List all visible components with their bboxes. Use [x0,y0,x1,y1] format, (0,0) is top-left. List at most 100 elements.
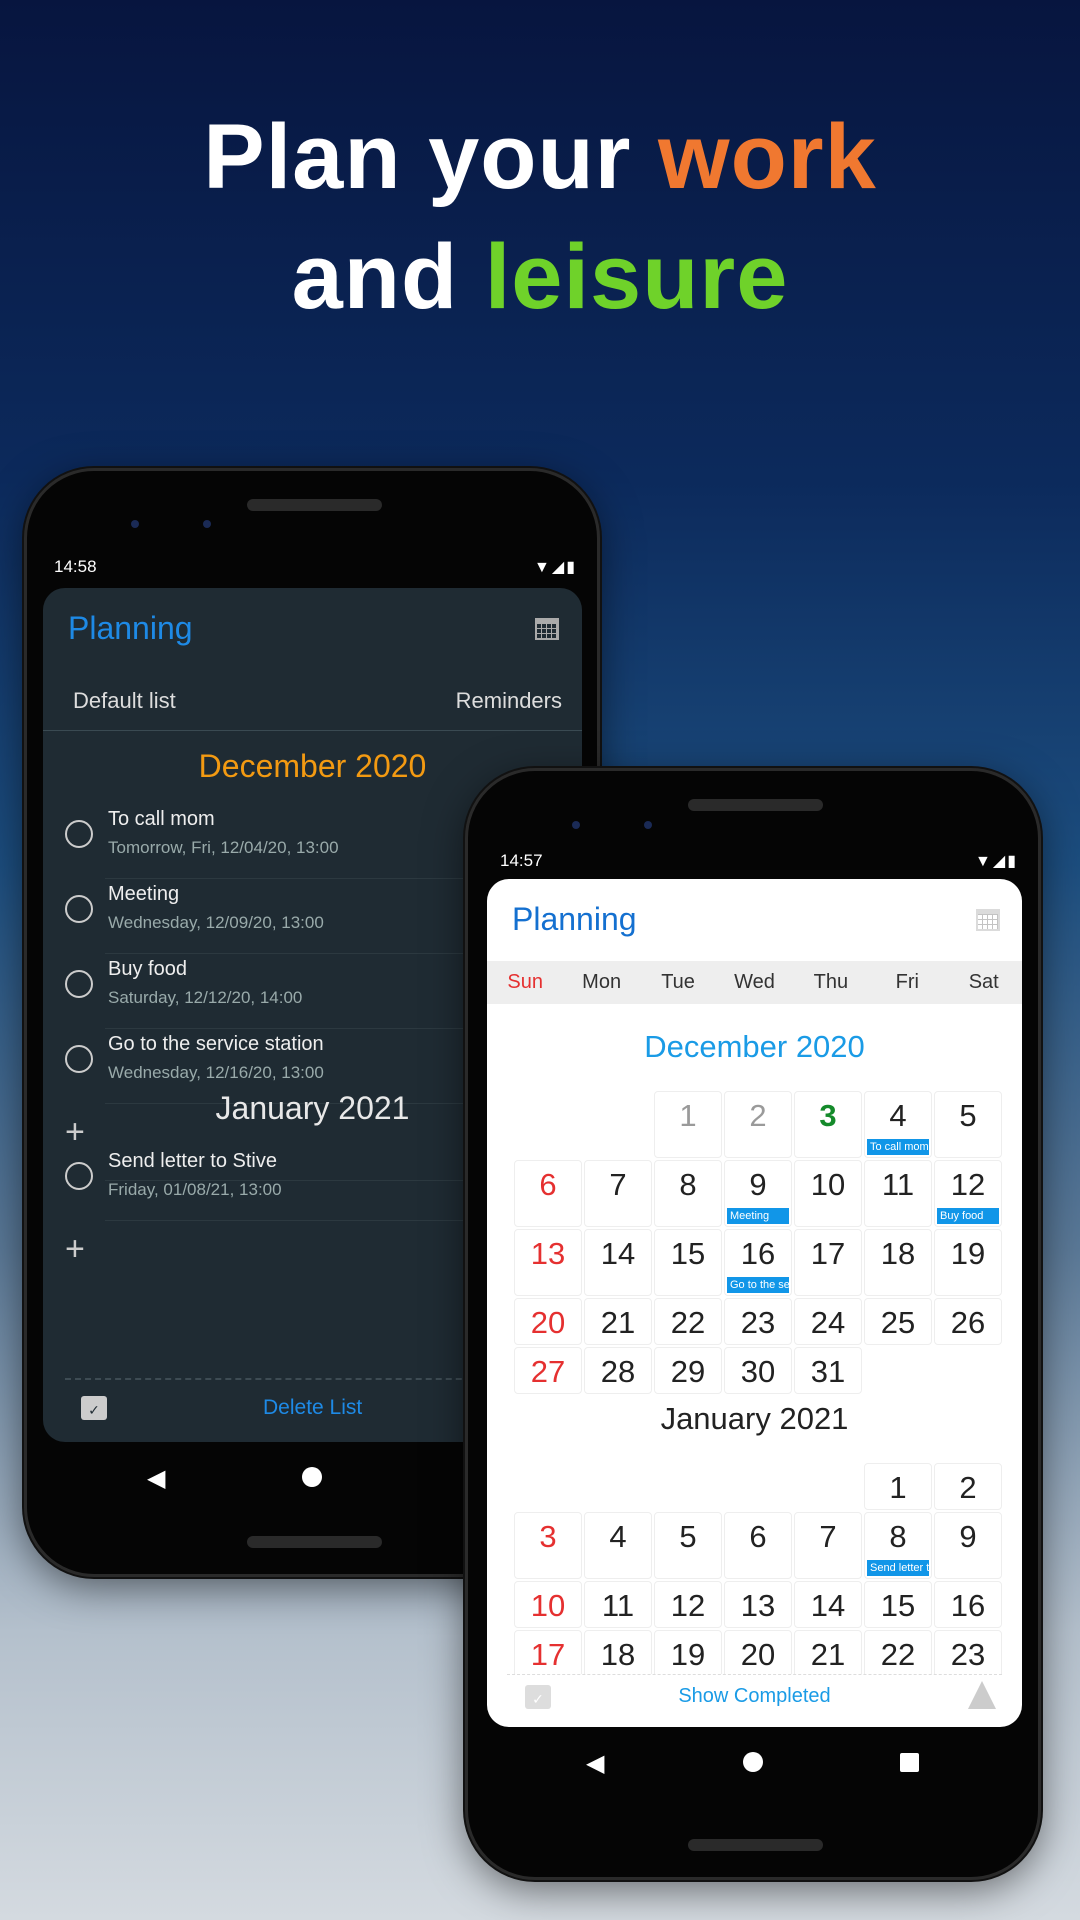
calendar-day[interactable]: 1 [654,1091,722,1158]
calendar-day[interactable]: 3 [794,1091,862,1158]
status-icons: ▼◢▮ [975,853,1018,870]
calendar-day[interactable]: 12 Buy food [934,1160,1002,1227]
speaker [247,1536,382,1548]
calendar-day[interactable]: 16 Go to the service station [724,1229,792,1296]
calendar-day[interactable]: 9 Meeting [724,1160,792,1227]
calendar-day[interactable]: 2 [724,1091,792,1158]
calendar-day[interactable]: 20 [514,1298,582,1345]
calendar-day[interactable]: 18 [584,1630,652,1674]
calendar-day[interactable]: 3 [514,1512,582,1579]
calendar-day[interactable]: 19 [934,1229,1002,1296]
calendar-day[interactable]: 21 [794,1630,862,1674]
day-number: 21 [600,1305,636,1340]
calendar-day[interactable]: 31 [794,1347,862,1394]
complete-checkbox[interactable] [65,895,93,923]
day-number: 17 [530,1637,566,1672]
event-chip[interactable]: To call mom [867,1139,929,1155]
camera [572,821,580,829]
day-number: 2 [959,1470,977,1505]
calendar-day[interactable]: 14 [584,1229,652,1296]
calendar-day[interactable]: 27 [514,1347,582,1394]
calendar-day[interactable]: 12 [654,1581,722,1628]
calendar-day[interactable]: 6 [514,1160,582,1227]
calendar-day[interactable]: 9 [934,1512,1002,1579]
show-completed-button[interactable]: Show Completed [487,1685,1022,1708]
task-title: Buy food [108,958,187,980]
event-chip[interactable]: Go to the service station [727,1277,789,1293]
calendar-day[interactable]: 13 [514,1229,582,1296]
calendar-icon[interactable] [535,618,559,640]
calendar-day[interactable]: 5 [654,1512,722,1579]
speaker [688,1839,823,1851]
calendar-day[interactable]: 16 [934,1581,1002,1628]
tab-default-list[interactable]: Default list [73,688,176,714]
calendar-day[interactable]: 23 [934,1630,1002,1674]
delete-list-button[interactable]: Delete List [263,1396,362,1420]
calendar-day[interactable]: 11 [584,1581,652,1628]
nav-home-icon[interactable] [302,1467,322,1487]
complete-checkbox[interactable] [65,1162,93,1190]
calendar-day[interactable]: 17 [794,1229,862,1296]
calendar-day[interactable]: 23 [724,1298,792,1345]
calendar-day[interactable]: 17 [514,1630,582,1674]
calendar-day[interactable]: 8 [654,1160,722,1227]
calendar-day[interactable]: 21 [584,1298,652,1345]
event-chip[interactable]: Buy food [937,1208,999,1224]
day-number: 10 [810,1167,846,1202]
calendar-day[interactable]: 24 [794,1298,862,1345]
calendar-day[interactable]: 8 Send letter to Stive [864,1512,932,1579]
add-task-button[interactable]: + [65,1230,85,1269]
calendar-day[interactable]: 11 [864,1160,932,1227]
complete-checkbox[interactable] [65,820,93,848]
headline-text: Plan your [203,106,659,208]
calendar-day[interactable]: 5 [934,1091,1002,1158]
event-chip[interactable]: Send letter to Stive [867,1560,929,1576]
calendar-day[interactable]: 22 [864,1630,932,1674]
calendar-day[interactable]: 13 [724,1581,792,1628]
calendar-day[interactable]: 6 [724,1512,792,1579]
theme-toggle-icon[interactable] [968,1681,996,1709]
calendar-day[interactable]: 14 [794,1581,862,1628]
calendar-day[interactable]: 10 [514,1581,582,1628]
day-number: 14 [810,1588,846,1623]
nav-back-icon[interactable]: ◀ [586,1749,604,1778]
calendar-day[interactable]: 4 To call mom [864,1091,932,1158]
nav-home-icon[interactable] [743,1752,763,1772]
calendar-day[interactable]: 7 [794,1512,862,1579]
calendar-day[interactable]: 2 [934,1463,1002,1510]
day-number: 1 [889,1470,907,1505]
complete-checkbox[interactable] [65,970,93,998]
headline-accent-leisure: leisure [484,226,789,328]
calendar-day[interactable]: 30 [724,1347,792,1394]
calendar-day[interactable]: 28 [584,1347,652,1394]
archive-check-icon[interactable]: ✓ [81,1396,107,1420]
camera [131,520,139,528]
speaker [247,499,382,511]
nav-recents-icon[interactable] [900,1753,919,1772]
task-title: Go to the service station [108,1033,324,1055]
app-title: Planning [68,610,193,646]
complete-checkbox[interactable] [65,1045,93,1073]
tab-reminders[interactable]: Reminders [456,688,562,714]
calendar-day[interactable]: 15 [654,1229,722,1296]
calendar-day[interactable]: 20 [724,1630,792,1674]
day-number: 22 [880,1637,916,1672]
day-number: 30 [740,1354,776,1389]
calendar-day[interactable]: 1 [864,1463,932,1510]
calendar-day[interactable]: 4 [584,1512,652,1579]
calendar-day[interactable]: 10 [794,1160,862,1227]
calendar-day[interactable]: 19 [654,1630,722,1674]
calendar-day[interactable]: 26 [934,1298,1002,1345]
day-number: 8 [889,1519,907,1554]
status-time: 14:58 [54,557,97,576]
day-number: 14 [600,1236,636,1271]
calendar-day[interactable]: 22 [654,1298,722,1345]
calendar-day[interactable]: 18 [864,1229,932,1296]
nav-back-icon[interactable]: ◀ [147,1464,165,1493]
calendar-day[interactable]: 25 [864,1298,932,1345]
calendar-day[interactable]: 7 [584,1160,652,1227]
day-number: 26 [950,1305,986,1340]
event-chip[interactable]: Meeting [727,1208,789,1224]
calendar-day[interactable]: 29 [654,1347,722,1394]
calendar-day[interactable]: 15 [864,1581,932,1628]
